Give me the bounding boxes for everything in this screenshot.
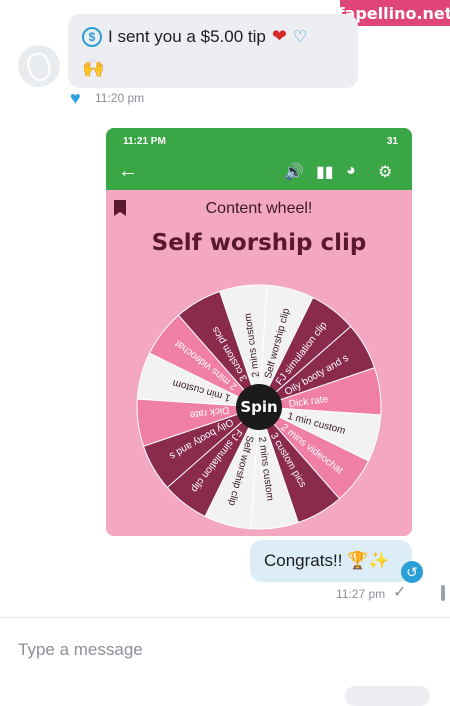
- composer-divider: [0, 617, 450, 618]
- screenshot-toolbar: ← 🔊 ▮▮ ◕ ⚙: [106, 156, 412, 190]
- outgoing-timestamp: 11:27 pm: [336, 587, 386, 601]
- check-icon: ✓: [393, 584, 407, 601]
- dollar-icon: $: [82, 26, 102, 47]
- heart-icon: ❤: [271, 26, 287, 46]
- screenshot-battery: 31: [386, 136, 398, 147]
- wheel-result-title: Self worship clip: [151, 230, 367, 256]
- pie-chart-icon: ◕: [346, 162, 356, 179]
- outgoing-message-bubble[interactable]: Congrats!! 🏆✨: [250, 540, 412, 582]
- incoming-timestamp: 11:20 pm: [95, 91, 145, 105]
- reaction-heart-icon[interactable]: ♥: [70, 88, 81, 109]
- shared-screenshot[interactable]: 11:21 PM 31 ← 🔊 ▮▮ ◕ ⚙ Content wheel! Se…: [106, 128, 412, 536]
- send-button[interactable]: [345, 686, 430, 706]
- scrollbar[interactable]: [441, 585, 445, 601]
- volume-icon: 🔊: [284, 164, 304, 181]
- avatar[interactable]: [18, 45, 60, 87]
- back-arrow-icon: ←: [118, 160, 138, 182]
- spin-label: Spin: [240, 398, 277, 416]
- screenshot-status-bar: 11:21 PM 31: [106, 128, 412, 156]
- hearts-icon: ♡: [292, 28, 308, 46]
- incoming-message-text: I sent you a $5.00 tip: [108, 26, 266, 46]
- incoming-message-bubble[interactable]: $ I sent you a $5.00 tip ❤ ♡ 🙌: [68, 14, 358, 88]
- outgoing-message-text: Congrats!! 🏆✨: [264, 551, 390, 570]
- screenshot-status-time: 11:21 PM: [123, 136, 166, 147]
- raised-hands-icon: 🙌: [82, 58, 105, 78]
- gear-icon: ⚙: [378, 164, 393, 181]
- bar-chart-icon: ▮▮: [316, 164, 334, 181]
- message-input[interactable]: [18, 638, 418, 662]
- sync-icon[interactable]: ↺: [401, 561, 423, 583]
- content-wheel: Self worship clipFJ simulation clipOily …: [136, 284, 382, 530]
- wheel-subtitle: Content wheel!: [205, 200, 313, 217]
